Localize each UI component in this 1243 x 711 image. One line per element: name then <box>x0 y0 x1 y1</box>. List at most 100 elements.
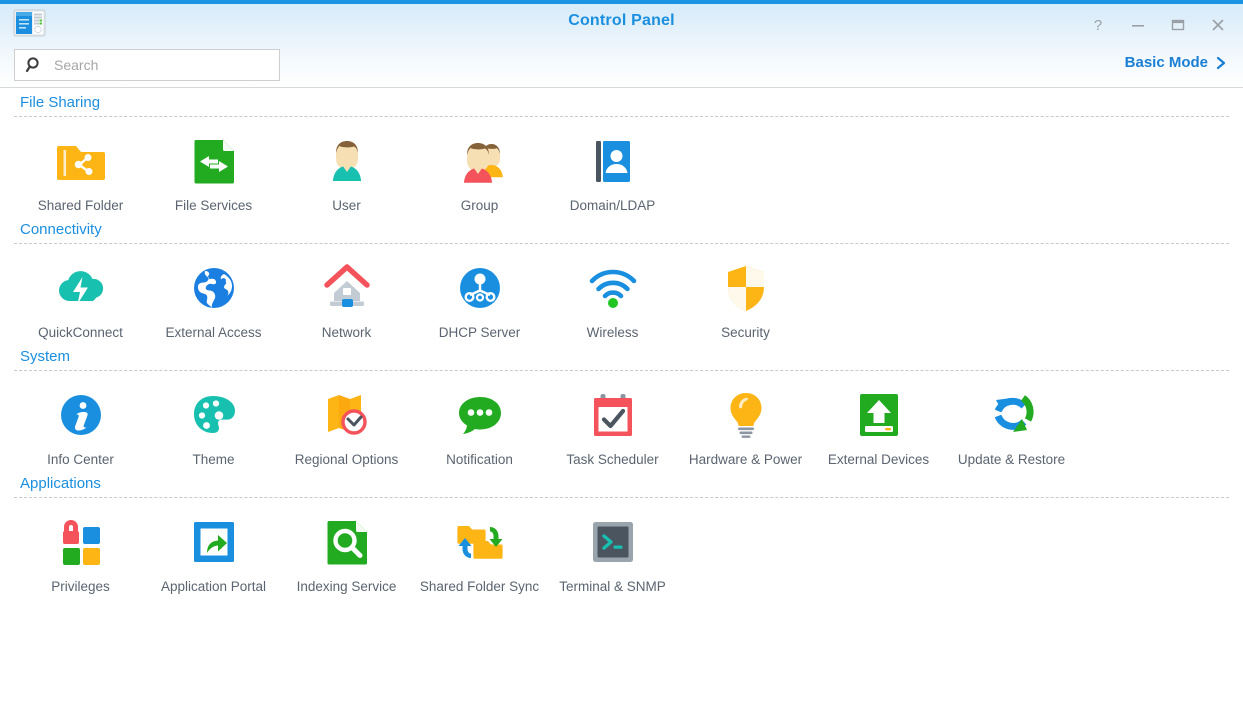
tile-label: QuickConnect <box>16 324 146 341</box>
section-title-system: System <box>0 343 1243 370</box>
shared-folder-icon <box>51 131 111 191</box>
calendar-check-icon <box>583 385 643 445</box>
terminal-icon <box>583 512 643 572</box>
tile-indexing-service[interactable]: Indexing Service <box>280 510 413 597</box>
tile-external-devices[interactable]: External Devices <box>812 383 945 470</box>
tile-label: Theme <box>149 451 279 468</box>
tile-label: Indexing Service <box>282 578 412 595</box>
tile-label: DHCP Server <box>415 324 545 341</box>
group-icon <box>450 131 510 191</box>
tile-label: Network <box>282 324 412 341</box>
minimize-button[interactable] <box>1127 14 1149 36</box>
tile-dhcp-server[interactable]: DHCP Server <box>413 256 546 343</box>
tile-label: Update & Restore <box>947 451 1077 468</box>
basic-mode-label: Basic Mode <box>1125 54 1208 71</box>
tile-theme[interactable]: Theme <box>147 383 280 470</box>
window-controls: ? <box>1087 14 1229 36</box>
tile-row-applications: Privileges Application Portal <box>0 498 1243 597</box>
tile-external-access[interactable]: External Access <box>147 256 280 343</box>
tile-label: Terminal & SNMP <box>548 578 678 595</box>
tile-label: External Devices <box>814 451 944 468</box>
help-button[interactable]: ? <box>1087 14 1109 36</box>
tile-task-scheduler[interactable]: Task Scheduler <box>546 383 679 470</box>
tile-label: Application Portal <box>149 578 279 595</box>
tile-shared-folder-sync[interactable]: Shared Folder Sync <box>413 510 546 597</box>
tile-notification[interactable]: Notification <box>413 383 546 470</box>
tile-row-connectivity: QuickConnect External Access <box>0 244 1243 343</box>
search-box[interactable] <box>14 49 280 81</box>
chevron-right-icon <box>1215 55 1227 71</box>
tile-label: Notification <box>415 451 545 468</box>
domain-ldap-icon <box>583 131 643 191</box>
title-bar: Control Panel ? <box>0 4 1243 88</box>
tile-user[interactable]: User <box>280 129 413 216</box>
tile-label: Shared Folder <box>16 197 146 214</box>
tile-group[interactable]: Group <box>413 129 546 216</box>
tile-update-restore[interactable]: Update & Restore <box>945 383 1078 470</box>
tile-security[interactable]: Security <box>679 256 812 343</box>
tile-domain-ldap[interactable]: Domain/LDAP <box>546 129 679 216</box>
tile-label: Shared Folder Sync <box>415 578 545 595</box>
control-panel-window: Control Panel ? <box>0 0 1243 711</box>
section-connectivity: Connectivity QuickConnect <box>0 216 1243 343</box>
maximize-button[interactable] <box>1167 14 1189 36</box>
tile-network[interactable]: Network <box>280 256 413 343</box>
refresh-arrows-icon <box>982 385 1042 445</box>
tile-label: Domain/LDAP <box>548 197 678 214</box>
tile-wireless[interactable]: Wireless <box>546 256 679 343</box>
wifi-icon <box>583 258 643 318</box>
file-services-icon <box>184 131 244 191</box>
indexing-magnifier-icon <box>317 512 377 572</box>
tile-hardware-power[interactable]: Hardware & Power <box>679 383 812 470</box>
globe-icon <box>184 258 244 318</box>
section-system: System Info Center <box>0 343 1243 470</box>
folder-sync-icon <box>450 512 510 572</box>
tile-label: Regional Options <box>282 451 412 468</box>
close-button[interactable] <box>1207 14 1229 36</box>
tile-label: Task Scheduler <box>548 451 678 468</box>
section-title-applications: Applications <box>0 470 1243 497</box>
tile-row-system: Info Center Theme <box>0 371 1243 470</box>
network-house-icon <box>317 258 377 318</box>
tile-label: Security <box>681 324 811 341</box>
tile-label: Info Center <box>16 451 146 468</box>
search-icon <box>25 56 43 74</box>
tile-row-file-sharing: Shared Folder File Services <box>0 117 1243 216</box>
search-input[interactable] <box>52 56 261 74</box>
tile-regional-options[interactable]: Regional Options <box>280 383 413 470</box>
section-applications: Applications Privileges <box>0 470 1243 597</box>
tile-label: File Services <box>149 197 279 214</box>
close-icon <box>1210 17 1226 33</box>
tile-privileges[interactable]: Privileges <box>14 510 147 597</box>
tile-label: Group <box>415 197 545 214</box>
palette-icon <box>184 385 244 445</box>
tile-terminal-snmp[interactable]: Terminal & SNMP <box>546 510 679 597</box>
user-icon <box>317 131 377 191</box>
tile-label: Wireless <box>548 324 678 341</box>
application-portal-icon <box>184 512 244 572</box>
section-title-file-sharing: File Sharing <box>0 89 1243 116</box>
tile-label: User <box>282 197 412 214</box>
minimize-icon <box>1130 17 1146 33</box>
privileges-lock-squares-icon <box>51 512 111 572</box>
tile-file-services[interactable]: File Services <box>147 129 280 216</box>
basic-mode-toggle[interactable]: Basic Mode <box>1125 54 1227 71</box>
tile-shared-folder[interactable]: Shared Folder <box>14 129 147 216</box>
tile-quickconnect[interactable]: QuickConnect <box>14 256 147 343</box>
info-circle-icon <box>51 385 111 445</box>
section-title-connectivity: Connectivity <box>0 216 1243 243</box>
tile-label: External Access <box>149 324 279 341</box>
tile-application-portal[interactable]: Application Portal <box>147 510 280 597</box>
map-clock-icon <box>317 385 377 445</box>
tile-info-center[interactable]: Info Center <box>14 383 147 470</box>
dhcp-server-icon <box>450 258 510 318</box>
window-title: Control Panel <box>0 12 1243 30</box>
shield-icon <box>716 258 776 318</box>
section-file-sharing: File Sharing Shared Folder <box>0 89 1243 216</box>
quickconnect-cloud-icon <box>51 258 111 318</box>
question-mark-icon: ? <box>1091 17 1105 33</box>
control-panel-content: File Sharing Shared Folder <box>0 89 1243 711</box>
external-drive-icon <box>849 385 909 445</box>
speech-bubble-icon <box>450 385 510 445</box>
svg-text:?: ? <box>1094 17 1102 33</box>
